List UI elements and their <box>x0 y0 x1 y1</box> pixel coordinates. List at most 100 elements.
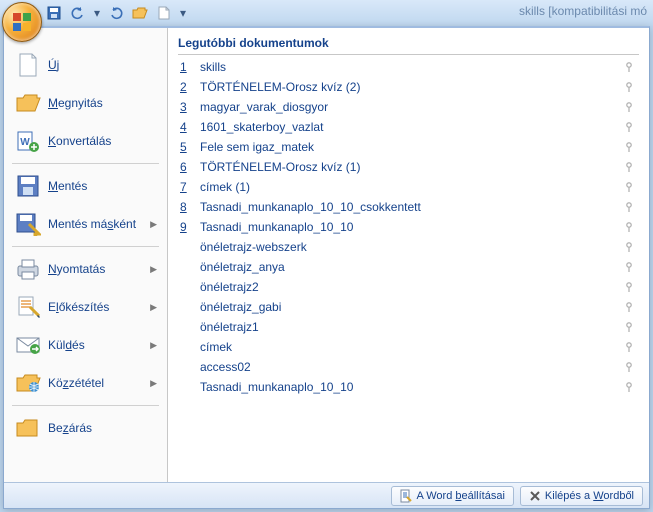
qat-undo-button[interactable] <box>68 3 88 23</box>
office-menu-left: Új Megnyitás W Konvertálás Mentés <box>4 28 168 482</box>
pin-icon[interactable] <box>621 339 637 355</box>
recent-item-label: TÖRTÉNELEM-Orosz kvíz (1) <box>200 160 621 174</box>
pin-icon[interactable] <box>621 279 637 295</box>
menu-open-label: Megnyitás <box>48 96 157 110</box>
menu-separator <box>12 246 159 247</box>
pin-icon[interactable] <box>621 239 637 255</box>
pin-icon[interactable] <box>621 199 637 215</box>
recent-item-number: 1 <box>180 60 194 74</box>
recent-item[interactable]: önéletrajz_anya <box>178 257 639 277</box>
recent-item[interactable]: önéletrajz2 <box>178 277 639 297</box>
recent-item-label: Fele sem igaz_matek <box>200 140 621 154</box>
menu-new[interactable]: Új <box>8 46 163 84</box>
recent-item-label: önéletrajz1 <box>200 320 621 334</box>
recent-item-label: Tasnadi_munkanaplo_10_10 <box>200 380 621 394</box>
menu-saveas-label: Mentés másként <box>48 217 146 231</box>
qat-open-button[interactable] <box>130 3 150 23</box>
menu-publish[interactable]: Közzététel ▶ <box>8 364 163 402</box>
recent-item-label: access02 <box>200 360 621 374</box>
recent-item-label: önéletrajz_anya <box>200 260 621 274</box>
pin-icon[interactable] <box>621 299 637 315</box>
pin-icon[interactable] <box>621 319 637 335</box>
prepare-icon <box>14 294 42 320</box>
recent-item[interactable]: 9Tasnadi_munkanaplo_10_10 <box>178 217 639 237</box>
menu-new-label: Új <box>48 58 157 72</box>
office-menu: Új Megnyitás W Konvertálás Mentés <box>3 26 650 509</box>
recent-item-label: önéletrajz2 <box>200 280 621 294</box>
submenu-arrow-icon: ▶ <box>150 302 157 313</box>
recent-item-label: TÖRTÉNELEM-Orosz kvíz (2) <box>200 80 621 94</box>
menu-save[interactable]: Mentés <box>8 167 163 205</box>
recent-item[interactable]: önéletrajz-webszerk <box>178 237 639 257</box>
menu-print-label: Nyomtatás <box>48 262 146 276</box>
new-icon <box>14 52 42 78</box>
recent-item-number: 8 <box>180 200 194 214</box>
pin-icon[interactable] <box>621 359 637 375</box>
convert-icon: W <box>14 128 42 154</box>
recent-item-label: önéletrajz_gabi <box>200 300 621 314</box>
recent-item[interactable]: 8 Tasnadi_munkanaplo_10_10_csokkentett <box>178 197 639 217</box>
menu-prepare-label: Előkészítés <box>48 300 146 314</box>
menu-prepare[interactable]: Előkészítés ▶ <box>8 288 163 326</box>
recent-item-number: 6 <box>180 160 194 174</box>
pin-icon[interactable] <box>621 79 637 95</box>
recent-item-label: önéletrajz-webszerk <box>200 240 621 254</box>
pin-icon[interactable] <box>621 139 637 155</box>
recent-item[interactable]: 7címek (1) <box>178 177 639 197</box>
submenu-arrow-icon: ▶ <box>150 264 157 275</box>
saveas-icon <box>14 211 42 237</box>
quick-access-toolbar: ▾ ▾ <box>44 0 188 26</box>
menu-separator <box>12 405 159 406</box>
recent-item[interactable]: 6 TÖRTÉNELEM-Orosz kvíz (1) <box>178 157 639 177</box>
recent-item[interactable]: önéletrajz_gabi <box>178 297 639 317</box>
menu-saveas[interactable]: Mentés másként ▶ <box>8 205 163 243</box>
pin-icon[interactable] <box>621 99 637 115</box>
publish-icon <box>14 370 42 396</box>
pin-icon[interactable] <box>621 59 637 75</box>
menu-send-label: Küldés <box>48 338 146 352</box>
close-icon <box>14 415 42 441</box>
menu-print[interactable]: Nyomtatás ▶ <box>8 250 163 288</box>
recent-item-number: 4 <box>180 120 194 134</box>
recent-item-number: 2 <box>180 80 194 94</box>
title-bar: ▾ ▾ skills [kompatibilitási mó <box>0 0 653 26</box>
qat-save-button[interactable] <box>44 3 64 23</box>
recent-item[interactable]: 1 skills <box>178 57 639 77</box>
recent-item[interactable]: 3 magyar_varak_diosgyor <box>178 97 639 117</box>
menu-separator <box>12 163 159 164</box>
menu-send[interactable]: Küldés ▶ <box>8 326 163 364</box>
word-options-button[interactable]: A Word beállításai <box>391 486 513 506</box>
pin-icon[interactable] <box>621 379 637 395</box>
menu-convert-label: Konvertálás <box>48 134 157 148</box>
recent-item-label: címek <box>200 340 621 354</box>
recent-item[interactable]: címek <box>178 337 639 357</box>
recent-item[interactable]: 41601_skaterboy_vazlat <box>178 117 639 137</box>
qat-new-button[interactable] <box>154 3 174 23</box>
word-options-label: A Word beállításai <box>416 490 504 502</box>
exit-word-button[interactable]: Kilépés a Wordből <box>520 486 643 506</box>
recent-item[interactable]: 5Fele sem igaz_matek <box>178 137 639 157</box>
submenu-arrow-icon: ▶ <box>150 219 157 230</box>
menu-publish-label: Közzététel <box>48 376 146 390</box>
recent-item-number: 3 <box>180 100 194 114</box>
pin-icon[interactable] <box>621 119 637 135</box>
pin-icon[interactable] <box>621 159 637 175</box>
recent-item[interactable]: Tasnadi_munkanaplo_10_10 <box>178 377 639 397</box>
menu-open[interactable]: Megnyitás <box>8 84 163 122</box>
pin-icon[interactable] <box>621 259 637 275</box>
recent-item[interactable]: 2 TÖRTÉNELEM-Orosz kvíz (2) <box>178 77 639 97</box>
menu-convert[interactable]: W Konvertálás <box>8 122 163 160</box>
recent-item-label: skills <box>200 60 621 74</box>
recent-item-label: Tasnadi_munkanaplo_10_10_csokkentett <box>200 200 621 214</box>
qat-redo-button[interactable] <box>106 3 126 23</box>
pin-icon[interactable] <box>621 179 637 195</box>
send-icon <box>14 332 42 358</box>
pin-icon[interactable] <box>621 219 637 235</box>
recent-item[interactable]: access02 <box>178 357 639 377</box>
menu-close[interactable]: Bezárás <box>8 409 163 447</box>
qat-customize-dropdown[interactable]: ▾ <box>178 3 188 23</box>
qat-undo-dropdown[interactable]: ▾ <box>92 3 102 23</box>
office-button[interactable] <box>2 2 42 42</box>
recent-item-label: magyar_varak_diosgyor <box>200 100 621 114</box>
recent-item[interactable]: önéletrajz1 <box>178 317 639 337</box>
